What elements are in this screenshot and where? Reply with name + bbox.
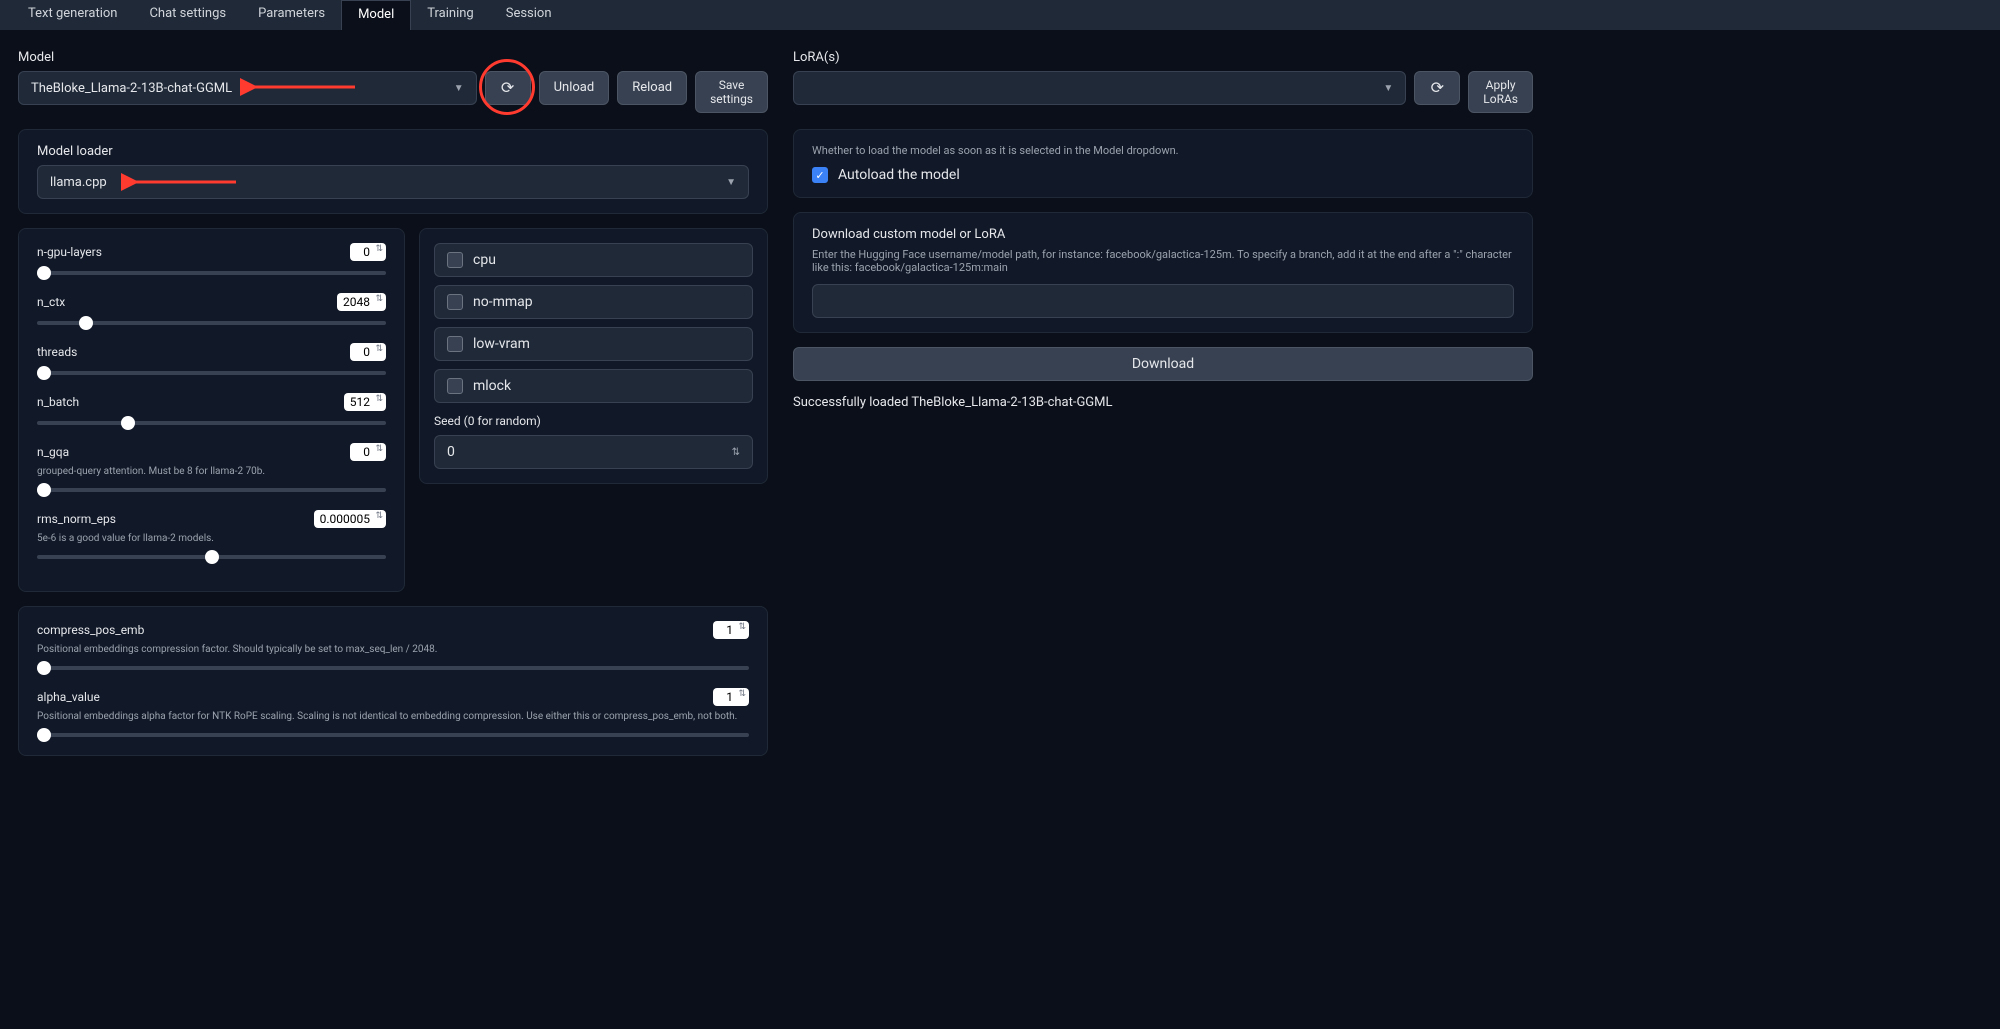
- n-batch-value[interactable]: 512: [344, 393, 386, 411]
- n-gqa-desc: grouped-query attention. Must be 8 for l…: [37, 465, 386, 478]
- compress-pos-emb-slider[interactable]: [37, 666, 749, 670]
- chevron-down-icon: ▼: [1383, 83, 1393, 94]
- save-settings-button[interactable]: Save settings: [695, 71, 768, 113]
- n-gpu-layers-label: n-gpu-layers: [37, 245, 102, 259]
- alpha-value-label: alpha_value: [37, 690, 100, 704]
- threads-slider[interactable]: [37, 371, 386, 375]
- autoload-info: Whether to load the model as soon as it …: [812, 144, 1514, 157]
- n-gpu-layers-slider[interactable]: [37, 271, 386, 275]
- loader-dropdown[interactable]: llama.cpp ▼: [37, 165, 749, 199]
- low-vram-checkbox[interactable]: [447, 336, 463, 352]
- n-batch-label: n_batch: [37, 395, 79, 409]
- rms-norm-eps-value[interactable]: 0.000005: [314, 510, 386, 528]
- tab-model[interactable]: Model: [341, 0, 411, 30]
- n-batch-slider[interactable]: [37, 421, 386, 425]
- n-gqa-value[interactable]: 0: [350, 443, 386, 461]
- model-dropdown[interactable]: TheBloke_Llama-2-13B-chat-GGML ▼: [18, 71, 477, 105]
- n-ctx-slider[interactable]: [37, 321, 386, 325]
- cpu-checkbox[interactable]: [447, 252, 463, 268]
- autoload-label: Autoload the model: [838, 167, 960, 183]
- seed-input[interactable]: 0: [434, 435, 753, 469]
- no-mmap-checkbox-row[interactable]: no-mmap: [434, 285, 753, 319]
- tab-session[interactable]: Session: [490, 0, 568, 30]
- unload-button[interactable]: Unload: [539, 71, 610, 105]
- loader-label: Model loader: [37, 144, 749, 159]
- download-title: Download custom model or LoRA: [812, 227, 1514, 242]
- alpha-value-desc: Positional embeddings alpha factor for N…: [37, 710, 749, 723]
- tab-chat-settings[interactable]: Chat settings: [133, 0, 242, 30]
- apply-loras-button[interactable]: Apply LoRAs: [1468, 71, 1533, 113]
- refresh-icon: ⟳: [1431, 78, 1444, 97]
- n-gqa-label: n_gqa: [37, 445, 69, 459]
- status-message: Successfully loaded TheBloke_Llama-2-13B…: [793, 395, 1533, 410]
- loras-refresh-button[interactable]: ⟳: [1414, 71, 1460, 105]
- cpu-label: cpu: [473, 252, 496, 268]
- mlock-checkbox[interactable]: [447, 378, 463, 394]
- compress-pos-emb-value[interactable]: 1: [713, 621, 749, 639]
- threads-label: threads: [37, 345, 77, 359]
- no-mmap-checkbox[interactable]: [447, 294, 463, 310]
- refresh-icon: ⟳: [501, 78, 514, 97]
- mlock-checkbox-row[interactable]: mlock: [434, 369, 753, 403]
- rms-norm-eps-desc: 5e-6 is a good value for llama-2 models.: [37, 532, 386, 545]
- cpu-checkbox-row[interactable]: cpu: [434, 243, 753, 277]
- n-gpu-layers-value[interactable]: 0: [350, 243, 386, 261]
- low-vram-label: low-vram: [473, 336, 530, 352]
- n-ctx-label: n_ctx: [37, 295, 65, 309]
- compress-pos-emb-label: compress_pos_emb: [37, 623, 144, 637]
- tab-parameters[interactable]: Parameters: [242, 0, 341, 30]
- reload-button[interactable]: Reload: [617, 71, 687, 105]
- mlock-label: mlock: [473, 378, 511, 394]
- model-label: Model: [18, 50, 768, 65]
- download-button[interactable]: Download: [793, 347, 1533, 381]
- rms-norm-eps-label: rms_norm_eps: [37, 512, 116, 526]
- n-ctx-value[interactable]: 2048: [337, 293, 386, 311]
- alpha-value-value[interactable]: 1: [713, 688, 749, 706]
- download-desc: Enter the Hugging Face username/model pa…: [812, 248, 1514, 274]
- tab-bar: Text generation Chat settings Parameters…: [0, 0, 2000, 30]
- download-input[interactable]: [812, 284, 1514, 318]
- n-gqa-slider[interactable]: [37, 488, 386, 492]
- loader-selected: llama.cpp: [50, 175, 107, 190]
- model-selected: TheBloke_Llama-2-13B-chat-GGML: [31, 81, 232, 96]
- loras-dropdown[interactable]: ▼: [793, 71, 1406, 105]
- alpha-value-slider[interactable]: [37, 733, 749, 737]
- low-vram-checkbox-row[interactable]: low-vram: [434, 327, 753, 361]
- threads-value[interactable]: 0: [350, 343, 386, 361]
- model-refresh-button[interactable]: ⟳: [485, 71, 531, 105]
- loras-label: LoRA(s): [793, 50, 1533, 65]
- seed-label: Seed (0 for random): [434, 414, 541, 428]
- tab-training[interactable]: Training: [411, 0, 489, 30]
- compress-pos-emb-desc: Positional embeddings compression factor…: [37, 643, 749, 656]
- chevron-down-icon: ▼: [726, 177, 736, 188]
- rms-norm-eps-slider[interactable]: [37, 555, 386, 559]
- no-mmap-label: no-mmap: [473, 294, 533, 310]
- tab-text-generation[interactable]: Text generation: [12, 0, 133, 30]
- autoload-checkbox[interactable]: ✓: [812, 167, 828, 183]
- chevron-down-icon: ▼: [454, 83, 464, 94]
